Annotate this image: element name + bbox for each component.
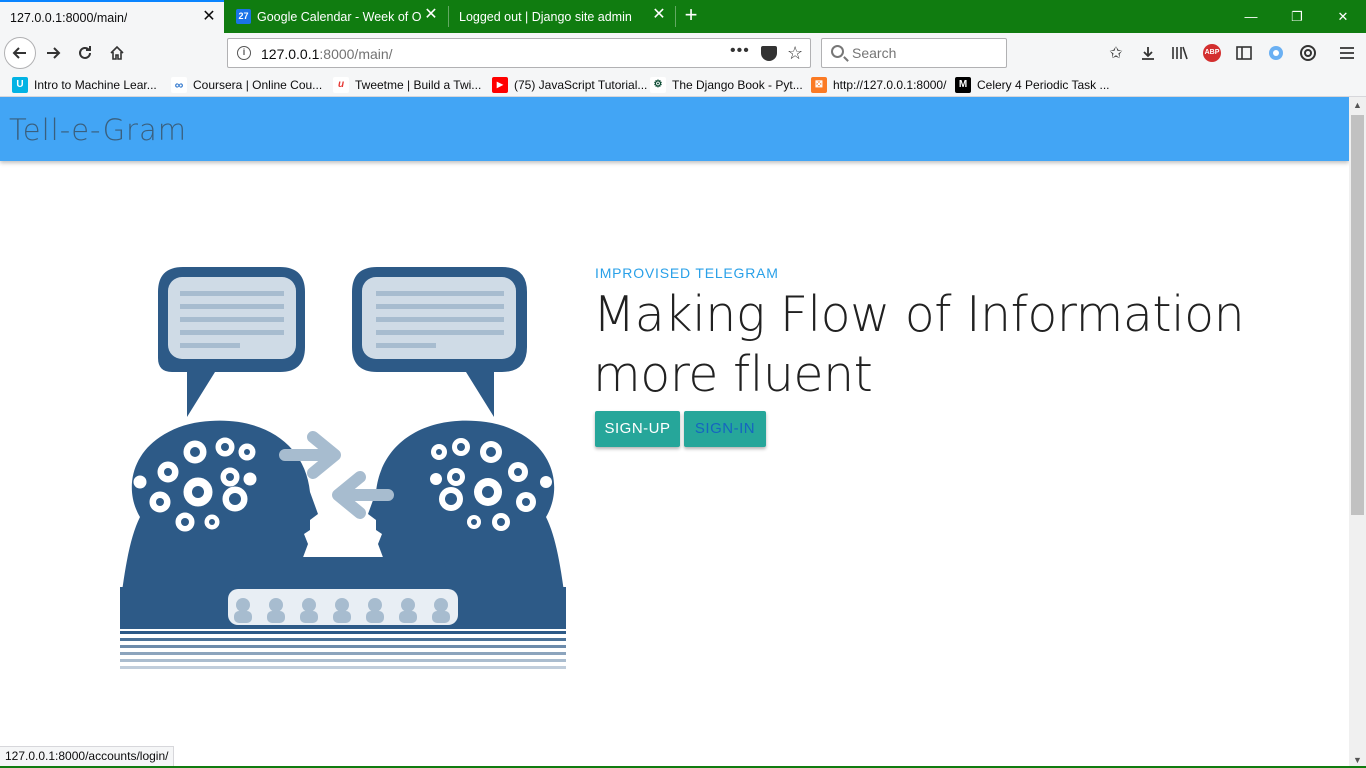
two-heads-illustration-icon <box>120 267 566 669</box>
close-tab-icon[interactable]: ✕ <box>202 9 216 25</box>
calendar-icon: 27 <box>236 9 251 24</box>
scroll-up-arrow-icon[interactable]: ▲ <box>1349 97 1366 113</box>
tab-title: Logged out | Django site admin <box>459 9 632 24</box>
tab-title: 127.0.0.1:8000/main/ <box>10 10 128 25</box>
tab-google-calendar[interactable]: 27 Google Calendar - Week of Oct ✕ <box>226 0 446 33</box>
hero-kicker: IMPROVISED TELEGRAM <box>595 265 779 281</box>
address-bar[interactable]: i 127.0.0.1:8000/main/ ••• ☆ <box>227 38 811 68</box>
sign-up-button[interactable]: SIGN-UP <box>595 411 680 447</box>
status-link-preview: 127.0.0.1:8000/accounts/login/ <box>0 746 175 766</box>
home-icon[interactable] <box>102 38 132 68</box>
extension-icon[interactable] <box>1264 41 1288 65</box>
bookmark-localhost[interactable]: ⊠ http://127.0.0.1:8000/ <box>811 76 946 94</box>
tweetme-icon: u <box>333 77 349 93</box>
bookmark-label: Celery 4 Periodic Task ... <box>977 78 1110 92</box>
pocket-icon[interactable] <box>761 46 777 61</box>
app-header: Tell-e-Gram <box>0 97 1349 161</box>
window-close-icon[interactable]: ✕ <box>1320 0 1366 33</box>
youtube-icon: ▶ <box>492 77 508 93</box>
brand-logo-link[interactable]: Tell-e-Gram <box>9 113 187 147</box>
page-viewport: Tell-e-Gram IMPROVISED TELEGRAM Making F… <box>0 97 1349 747</box>
medium-icon: M <box>955 77 971 93</box>
tab-title: Google Calendar - Week of Oct <box>257 9 422 24</box>
bookmark-star-icon[interactable]: ☆ <box>787 43 803 64</box>
close-tab-icon[interactable]: ✕ <box>652 7 666 23</box>
tab-django-admin[interactable]: Logged out | Django site admin ✕ <box>449 0 674 33</box>
search-box[interactable] <box>821 38 1007 68</box>
minimize-icon[interactable]: — <box>1228 0 1274 33</box>
sign-in-button[interactable]: SIGN-IN <box>684 411 766 447</box>
scrollbar-thumb[interactable] <box>1351 115 1364 515</box>
sync-extension-icon[interactable] <box>1296 41 1320 65</box>
search-input[interactable] <box>852 45 1002 61</box>
tab-separator <box>675 6 676 27</box>
site-info-icon[interactable]: i <box>237 46 251 60</box>
navigation-toolbar: i 127.0.0.1:8000/main/ ••• ☆ ✩ ABP <box>0 33 1366 73</box>
bookmark-label: Coursera | Online Cou... <box>193 78 323 92</box>
url-text[interactable]: 127.0.0.1:8000/main/ <box>261 46 393 62</box>
forward-arrow-icon[interactable] <box>38 38 68 68</box>
abp-label: ABP <box>1203 44 1221 62</box>
reload-icon[interactable] <box>70 38 100 68</box>
bookmark-label: The Django Book - Pyt... <box>672 78 803 92</box>
url-host: 127.0.0.1 <box>261 46 320 62</box>
coursera-icon: ∞ <box>171 77 187 93</box>
reader-sidebar-icon[interactable] <box>1232 41 1256 65</box>
bookmark-tweetme[interactable]: u Tweetme | Build a Twi... <box>333 76 481 94</box>
bookmark-udacity[interactable]: U Intro to Machine Lear... <box>12 76 157 94</box>
adblock-plus-icon[interactable]: ABP <box>1200 41 1224 65</box>
url-path: :8000/main/ <box>319 46 393 62</box>
vertical-scrollbar[interactable]: ▲ ▼ <box>1349 97 1366 768</box>
restore-icon[interactable]: ❐ <box>1274 0 1320 33</box>
bookmark-label: Intro to Machine Lear... <box>34 78 157 92</box>
bookmarks-toolbar: U Intro to Machine Lear... ∞ Coursera | … <box>0 73 1366 97</box>
page-actions-icon[interactable]: ••• <box>730 42 750 60</box>
bookmark-label: Tweetme | Build a Twi... <box>355 78 482 92</box>
back-arrow-icon[interactable] <box>4 37 36 69</box>
search-icon <box>831 45 844 58</box>
django-book-icon: ⚙ <box>650 77 666 93</box>
bookmark-label: http://127.0.0.1:8000/ <box>833 78 947 92</box>
bookmark-label: (75) JavaScript Tutorial... <box>514 78 648 92</box>
xampp-icon: ⊠ <box>811 77 827 93</box>
bookmark-django-book[interactable]: ⚙ The Django Book - Pyt... <box>650 76 803 94</box>
downloads-icon[interactable] <box>1136 41 1160 65</box>
tab-strip: 127.0.0.1:8000/main/ ✕ 27 Google Calenda… <box>0 0 1366 33</box>
communication-illustration <box>120 267 566 692</box>
hero-headline: Making Flow of Information more fluent <box>593 286 1245 403</box>
bookmarks-star-list-icon[interactable]: ✩ <box>1104 41 1128 65</box>
close-tab-icon[interactable]: ✕ <box>424 7 438 23</box>
bookmark-javascript-tutorial[interactable]: ▶ (75) JavaScript Tutorial... <box>492 76 647 94</box>
udacity-icon: U <box>12 77 28 93</box>
bookmark-coursera[interactable]: ∞ Coursera | Online Cou... <box>171 76 322 94</box>
bookmark-celery[interactable]: M Celery 4 Periodic Task ... <box>955 76 1110 94</box>
tab-main[interactable]: 127.0.0.1:8000/main/ ✕ <box>0 0 224 33</box>
new-tab-plus-icon[interactable]: + <box>678 3 704 29</box>
library-icon[interactable] <box>1168 41 1192 65</box>
hamburger-menu-icon[interactable] <box>1335 41 1359 65</box>
